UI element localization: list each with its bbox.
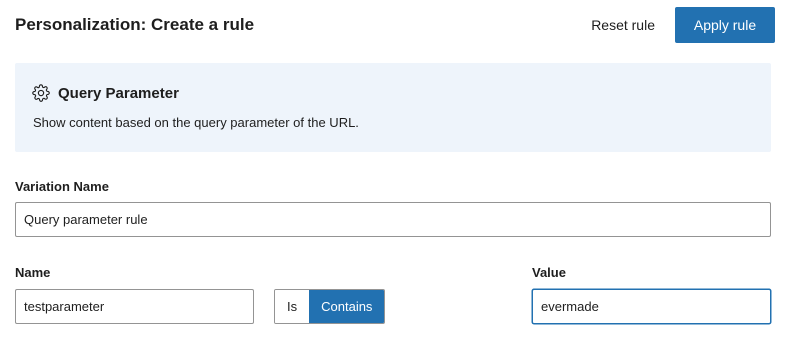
apply-rule-button[interactable]: Apply rule (675, 7, 775, 43)
rule-type-card: Query Parameter Show content based on th… (15, 63, 771, 152)
gear-icon (32, 84, 50, 102)
operator-toggle: Is Contains (274, 289, 386, 324)
operator-contains-button[interactable]: Contains (309, 290, 385, 323)
rule-type-title-row: Query Parameter (32, 84, 179, 102)
reset-rule-button[interactable]: Reset rule (591, 7, 675, 43)
variation-name-input[interactable] (15, 202, 771, 237)
header: Personalization: Create a rule Reset rul… (15, 7, 775, 43)
page-title: Personalization: Create a rule (15, 15, 255, 34)
rule-type-description: Show content based on the query paramete… (33, 115, 359, 130)
operator-is-button[interactable]: Is (275, 290, 310, 323)
variation-name-label: Variation Name (15, 179, 109, 194)
rule-type-title: Query Parameter (58, 84, 179, 102)
value-label: Value (532, 265, 566, 280)
parameter-name-input[interactable] (15, 289, 254, 324)
header-actions: Reset rule Apply rule (591, 7, 775, 43)
name-label: Name (15, 265, 51, 280)
parameter-value-input[interactable] (532, 289, 771, 324)
